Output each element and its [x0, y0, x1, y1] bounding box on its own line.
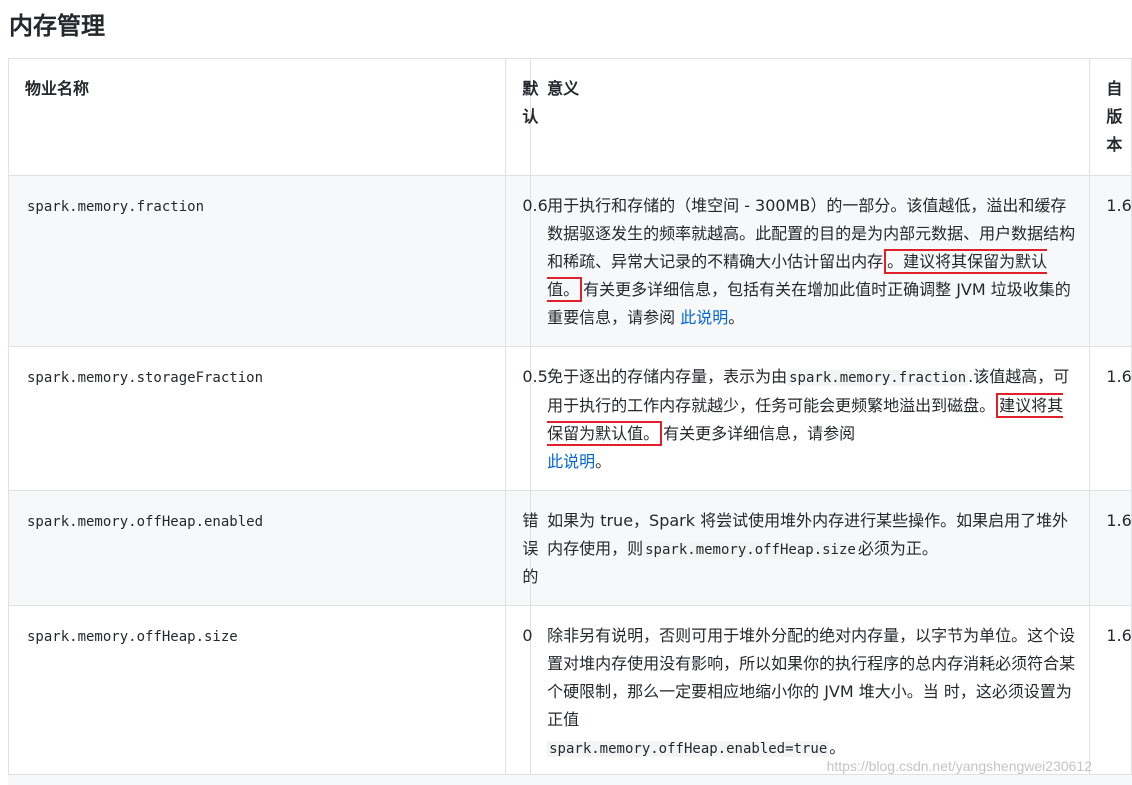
meaning-text-continued: 有关更多详细信息，包括有关在增加此值时正确调整 JVM 垃圾收集的重要信息，请参… [547, 280, 1071, 327]
table-row: spark.memory.offHeap.size 0 除非另有说明，否则可用于… [7, 605, 1132, 778]
meaning-end: 。 [829, 738, 846, 757]
property-name-cell: spark.memory.storageFraction [7, 346, 507, 491]
inline-code: spark.memory.fraction [787, 370, 969, 386]
property-name: spark.memory.storageFraction [27, 370, 264, 386]
meaning-text: 除非另有说明，否则可用于堆外分配的绝对内存量，以字节为单位。这个设置对堆内存使用… [547, 626, 1076, 729]
meaning-end: 。 [595, 452, 612, 471]
meaning-cell: 用于执行和存储的（堆空间 - 300MB）的一部分。该值越低，溢出和缓存数据驱逐… [530, 175, 1091, 347]
property-name-cell: spark.memory.offHeap.size [7, 605, 507, 778]
property-name: spark.memory.fraction [27, 199, 205, 215]
table-header-row: 物业名称 默认 意义 自版本 [7, 58, 1132, 176]
meaning-text-continued: 有关更多详细信息，请参阅 [663, 424, 856, 443]
inline-code: spark.memory.offHeap.size [643, 542, 858, 558]
meaning-cell: 免于逐出的存储内存量，表示为由 spark.memory.fraction .该值越… [530, 346, 1091, 491]
default-value: 0.5 [505, 346, 548, 491]
meaning-cell: 除非另有说明，否则可用于堆外分配的绝对内存量，以字节为单位。这个设置对堆内存使用… [530, 605, 1091, 778]
see-note-link[interactable]: 此说明 [547, 452, 595, 471]
table-row: spark.memory.offHeap.enabled 错误的 如果为 tru… [7, 490, 1132, 606]
header-name: 物业名称 [7, 58, 507, 176]
since-version: 1.6.0 [1089, 346, 1132, 491]
default-value: 0 [505, 605, 533, 778]
see-note-link[interactable]: 此说明 [680, 308, 728, 327]
header-meaning: 意义 [530, 58, 1091, 176]
inline-code: spark.memory.offHeap.enabled=true [547, 741, 830, 757]
header-default: 默认 [505, 58, 538, 176]
default-value: 0.6 [505, 175, 548, 347]
property-name-cell: spark.memory.fraction [7, 175, 507, 347]
meaning-text: 免于逐出的存储内存量，表示为由 [547, 367, 788, 386]
since-version: 1.6.0 [1089, 490, 1132, 606]
default-value: 错误的 [505, 490, 538, 606]
meaning-cell: 如果为 true，Spark 将尝试使用堆外内存进行某些操作。如果启用了堆外内存… [530, 490, 1091, 606]
meaning-text-continued: 必须为正。 [857, 539, 938, 558]
since-version: 1.6.0 [1089, 175, 1132, 347]
page-title: 内存管理 [9, 12, 105, 40]
property-name-cell: spark.memory.offHeap.enabled [7, 490, 507, 606]
since-version: 1.6.0 [1089, 605, 1132, 778]
table-row: spark.memory.fraction 0.6 用于执行和存储的（堆空间 -… [7, 175, 1132, 347]
property-name: spark.memory.offHeap.size [27, 629, 238, 645]
table-row: spark.memory.storageFraction 0.5 免于逐出的存储… [7, 346, 1132, 491]
properties-table: 物业名称 默认 意义 自版本 spark.memory.fraction 0.6… [7, 58, 1132, 778]
header-since: 自版本 [1089, 58, 1132, 176]
next-row-partial [8, 774, 1132, 785]
meaning-end: 。 [728, 308, 745, 327]
property-name: spark.memory.offHeap.enabled [27, 514, 264, 530]
watermark: https://blog.csdn.net/yangshengwei230612 [826, 758, 1092, 774]
